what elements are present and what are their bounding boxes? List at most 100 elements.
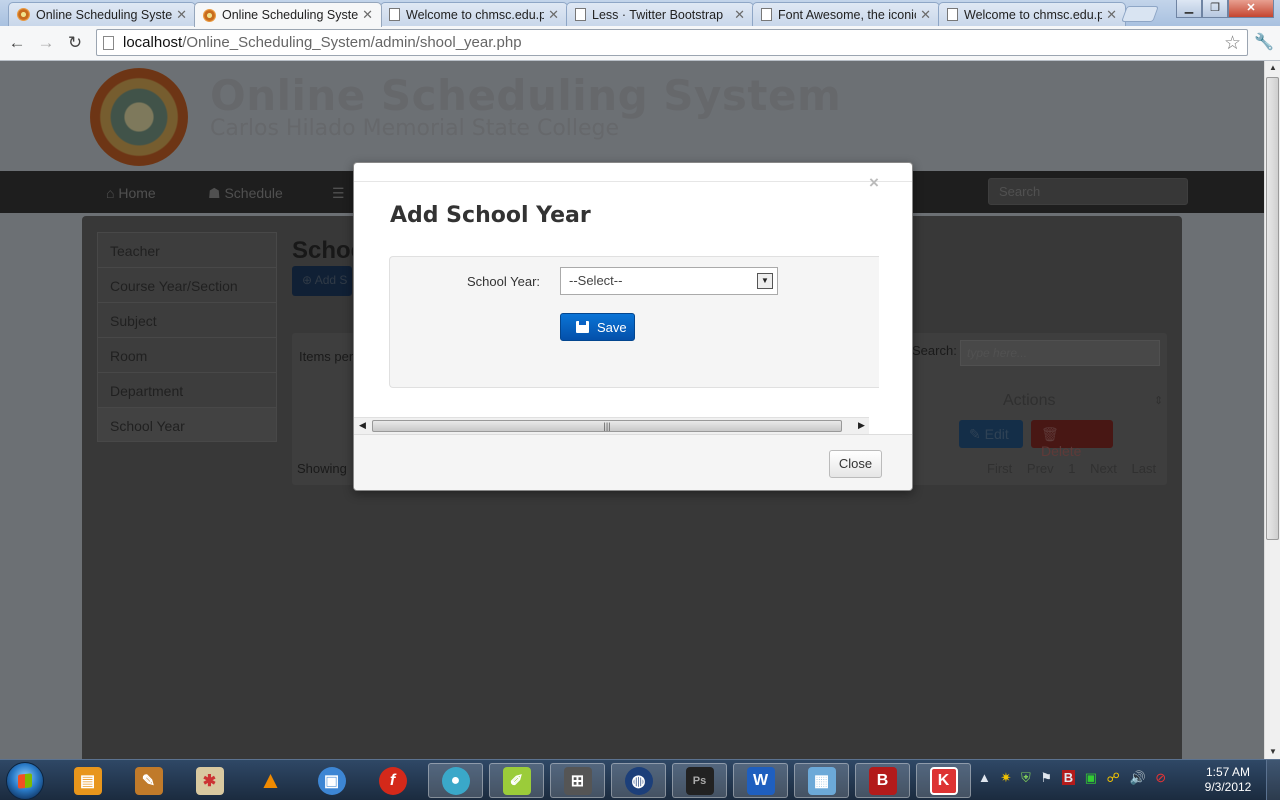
taskbar-app-icon[interactable]: ✎ [121,763,176,798]
scroll-right-arrow-icon[interactable]: ▶ [858,420,865,431]
show-desktop-button[interactable] [1266,760,1280,800]
browser-tab[interactable]: Font Awesome, the iconic font ✕ [752,2,940,26]
taskbar-app-icon[interactable]: B [855,763,910,798]
wrench-icon[interactable]: 🔧 [1254,32,1274,52]
tab-title: Online Scheduling System [36,7,173,22]
taskbar-app-icon[interactable]: Ps [672,763,727,798]
scroll-up-arrow-icon[interactable]: ▲ [1269,63,1277,72]
taskbar-app-icon[interactable]: ▣ [304,763,359,798]
select-value: --Select-- [569,273,623,288]
taskbar-app-icon[interactable]: ▲ [243,763,298,798]
tab-title: Welcome to chmsc.edu.ph [406,7,545,22]
window-close-button[interactable]: ✕ [1228,0,1274,18]
address-bar[interactable]: localhost/Online_Scheduling_System/admin… [96,29,1248,56]
clock-time: 1:57 AM [1205,765,1251,779]
new-tab-button[interactable] [1121,6,1159,22]
close-icon[interactable]: ✕ [734,7,745,23]
modal-close-icon[interactable]: × [869,173,879,193]
close-button[interactable]: Close [829,450,882,478]
notepad-plus-icon: ✐ [502,766,531,795]
action-center-flag-icon[interactable]: ⚑ [1040,770,1052,785]
modal-title: Add School Year [390,203,591,228]
vlc-cone-icon: ▲ [258,766,283,794]
taskbar-clock[interactable]: 1:57 AM 9/3/2012 [1196,765,1260,795]
tab-title: Welcome to chmsc.edu.ph [964,7,1103,22]
system-tray: ▲ ✷ ⛨ ⚑ B ▣ ☍ 🔊 ⊘ [978,770,1172,786]
bookmark-star-icon[interactable]: ☆ [1224,32,1241,55]
start-button[interactable] [6,762,44,800]
close-icon[interactable]: ✕ [362,7,373,23]
tab-title: Online Scheduling System [222,8,359,22]
close-icon[interactable]: ✕ [176,7,187,23]
volume-icon[interactable]: 🔊 [1129,770,1145,785]
minimize-button[interactable]: ▁ [1176,0,1202,18]
page-viewport: Online Scheduling System Carlos Hilado M… [0,61,1264,759]
windows-taskbar: ▤ ✎ ✱ ▲ ▣ f ● ✐ ⊞ ◍ Ps W ▦ B K ▲ ✷ ⛨ ⚑ B… [0,759,1280,800]
url-host: localhost [123,34,183,51]
scroll-down-arrow-icon[interactable]: ▼ [1269,747,1277,756]
paint-palette-icon: ✱ [195,766,224,795]
browser-toolbar: ← → ↻ localhost/Online_Scheduling_System… [0,26,1280,61]
reload-icon[interactable]: ↻ [64,32,86,54]
taskbar-app-icon[interactable]: ⊞ [550,763,605,798]
editor-icon: ✎ [134,766,163,795]
photoshop-icon: Ps [685,766,714,795]
school-year-label: School Year: [467,274,541,289]
add-school-year-modal: × Add School Year School Year: --Select-… [353,162,913,491]
browser-tab[interactable]: Online Scheduling System ✕ [8,2,196,26]
browser-tabstrip: Online Scheduling System ✕ Online Schedu… [0,0,1280,27]
close-icon[interactable]: ✕ [548,7,559,23]
chevron-down-icon[interactable]: ▼ [757,273,773,289]
windows-explorer-icon: ▣ [317,766,346,795]
taskbar-app-icon[interactable]: f [365,763,420,798]
browser-tab[interactable]: Less · Twitter Bootstrap ✕ [566,2,754,26]
tray-green-app-icon[interactable]: ▣ [1085,770,1097,785]
site-favicon-icon [203,8,216,22]
browser-tab[interactable]: Welcome to chmsc.edu.ph ✕ [380,2,568,26]
close-icon[interactable]: ✕ [1106,7,1117,23]
taskbar-app-icon[interactable]: ✱ [182,763,237,798]
page-icon [761,8,772,21]
forward-arrow-icon[interactable]: → [35,32,57,54]
scrollbar-thumb[interactable]: ||| [372,420,842,432]
bitdefender-icon: B [868,766,897,795]
horizontal-scrollbar[interactable]: ◀ ||| ▶ [354,417,869,434]
tray-bitdefender-icon[interactable]: B [1061,770,1076,785]
tray-shield-icon[interactable]: ⛨ [1021,770,1031,785]
remote-desktop-icon: ▦ [807,766,836,795]
taskbar-app-icon[interactable]: W [733,763,788,798]
clock-date: 9/3/2012 [1204,780,1252,794]
globe-icon: ◍ [624,766,653,795]
browser-tab[interactable]: Welcome to chmsc.edu.ph ✕ [938,2,1126,26]
page-icon [947,8,958,21]
taskbar-app-icon[interactable]: ▦ [794,763,849,798]
page-icon [575,8,586,21]
scroll-left-arrow-icon[interactable]: ◀ [359,420,366,431]
tray-red-app-icon[interactable]: ⊘ [1155,770,1166,785]
page-icon [389,8,400,21]
school-year-select[interactable]: --Select-- ▼ [560,267,778,295]
windows-flag-icon: ⊞ [563,766,592,795]
save-button[interactable]: Save [560,313,635,341]
back-arrow-icon[interactable]: ← [6,32,28,54]
scrollbar-thumb[interactable] [1266,77,1279,540]
close-icon[interactable]: ✕ [920,7,931,23]
taskbar-app-icon[interactable]: ◍ [611,763,666,798]
kaspersky-icon: K [929,766,958,795]
page-icon [103,35,114,50]
save-button-label: Save [597,319,627,335]
taskbar-app-icon[interactable]: ✐ [489,763,544,798]
taskbar-app-icon[interactable]: ▤ [60,763,115,798]
url-path: /Online_Scheduling_System/admin/shool_ye… [182,34,522,51]
tray-burst-icon[interactable]: ✷ [1001,770,1012,785]
tab-title: Less · Twitter Bootstrap [592,7,724,22]
tray-expand-icon[interactable]: ▲ [978,770,991,785]
tray-network-icon[interactable]: ☍ [1107,770,1120,785]
maximize-button[interactable]: ❐ [1202,0,1228,18]
browser-tab-active[interactable]: Online Scheduling System ✕ [194,2,382,27]
taskbar-app-icon[interactable]: K [916,763,971,798]
site-favicon-icon [17,8,30,21]
page-vertical-scrollbar[interactable]: ▲ ▼ [1264,61,1280,759]
taskbar-app-icon[interactable]: ● [428,763,483,798]
modal-divider [354,181,912,182]
